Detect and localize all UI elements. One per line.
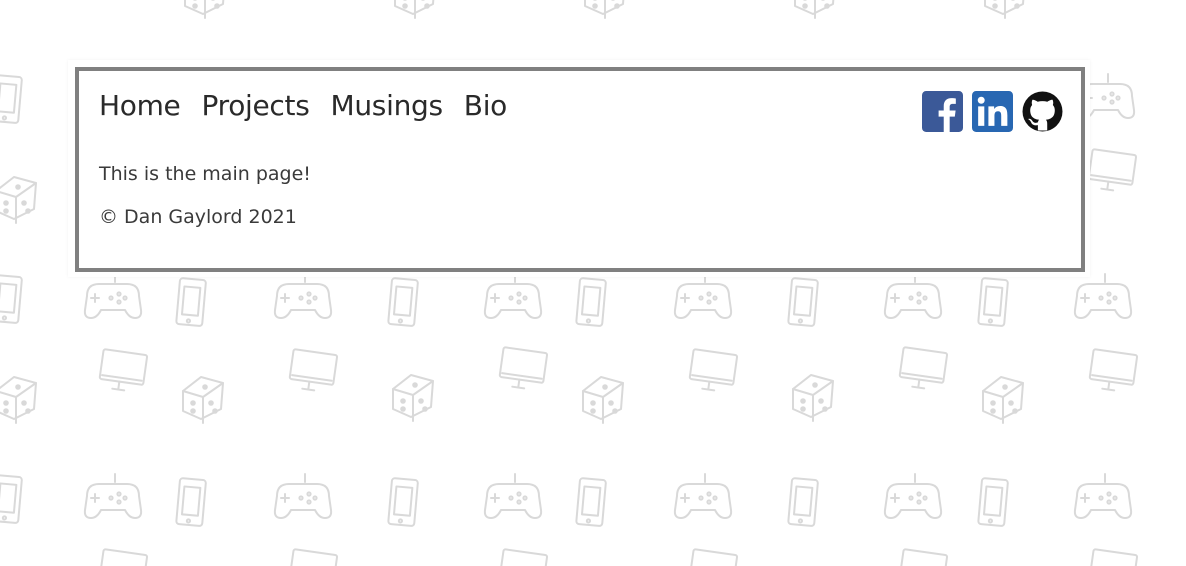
facebook-link[interactable]	[922, 91, 963, 132]
nav-link-bio[interactable]: Bio	[464, 89, 508, 122]
nav-link-home[interactable]: Home	[99, 89, 181, 122]
nav-link-musings[interactable]: Musings	[331, 89, 444, 122]
main-message: This is the main page!	[99, 163, 311, 185]
nav-link-projects[interactable]: Projects	[202, 89, 310, 122]
linkedin-icon	[972, 91, 1013, 132]
main-nav: Home Projects Musings Bio	[99, 89, 507, 122]
social-links	[922, 91, 1063, 132]
linkedin-link[interactable]	[972, 91, 1013, 132]
github-icon	[1022, 91, 1063, 132]
copyright-footer: © Dan Gaylord 2021	[99, 206, 297, 228]
main-card: Home Projects Musings Bio This is the ma…	[75, 67, 1085, 272]
github-link[interactable]	[1022, 91, 1063, 132]
facebook-icon	[922, 91, 963, 132]
